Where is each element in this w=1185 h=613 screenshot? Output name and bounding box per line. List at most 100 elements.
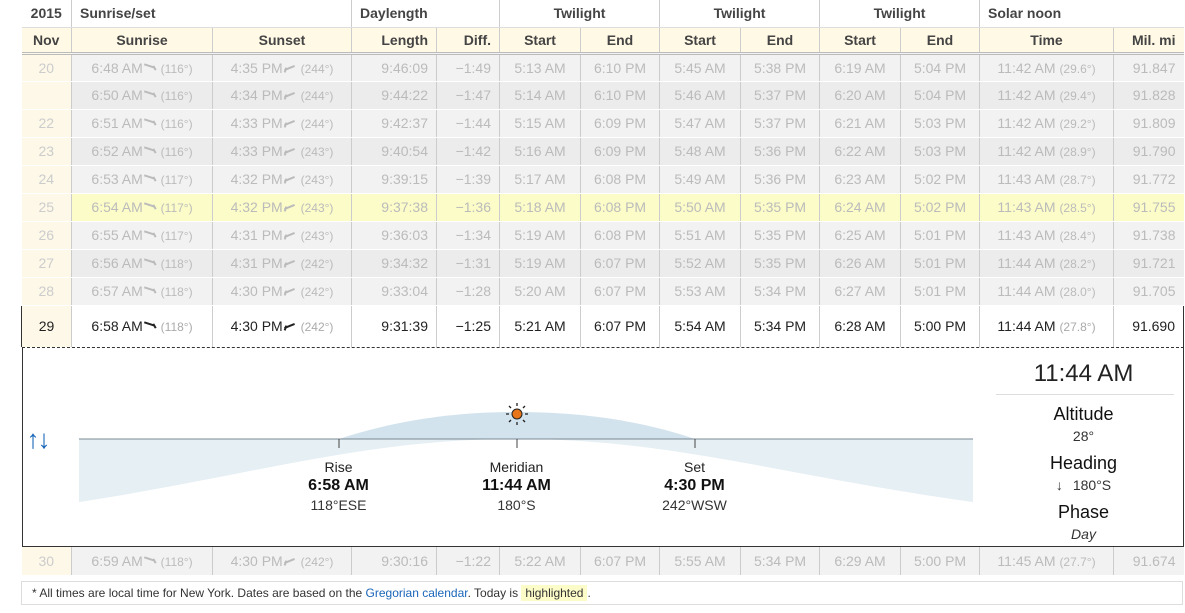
panel-time: 11:44 AM [1033, 360, 1134, 387]
sunrise-direction-icon [143, 147, 157, 155]
noon-cell: 11:45 AM (27.7°) [979, 547, 1114, 576]
sunrise-direction-icon [143, 231, 157, 239]
noon-time: 11:44 AM [997, 283, 1056, 299]
length-cell: 9:33:04 [351, 277, 437, 306]
noon-degree: (29.2°) [1059, 117, 1096, 131]
distance-cell: 91.847 [1113, 53, 1184, 82]
col-sunset: Sunset [211, 27, 352, 55]
sunrise-degree: (118°) [160, 320, 193, 335]
diff-cell: −1:49 [436, 53, 500, 82]
col-twilight3-start: Start [819, 27, 901, 55]
col-twilight1-end: End [580, 27, 660, 55]
noon-degree: (27.8°) [1059, 320, 1096, 335]
twilight1-start-cell: 5:20 AM [499, 277, 581, 306]
meridian-time: 11:44 AM [482, 477, 551, 494]
gregorian-calendar-link[interactable]: Gregorian calendar [366, 586, 468, 600]
sunrise-time: 6:54 AM [91, 199, 143, 215]
altitude-label: Altitude [1053, 404, 1114, 424]
noon-time: 11:43 AM [997, 199, 1056, 215]
table-row: 6:50 AM (116°) 4:34 PM (244°) 9:44:22 −1:47… [21, 81, 1184, 110]
footnote: * All times are local time for New York.… [21, 581, 1183, 605]
length-cell: 9:40:54 [351, 137, 437, 166]
twilight2-start-cell: 5:45 AM [659, 53, 741, 82]
day-cell: 28 [21, 277, 72, 306]
sunset-degree: (243°) [300, 145, 334, 159]
sunset-degree: (242°) [300, 320, 334, 335]
diff-cell: −1:22 [436, 547, 500, 576]
table-row: 27 6:56 AM (118°) 4:31 PM (242°) 9:34:32 −1:… [21, 249, 1184, 278]
sunset-direction-icon [283, 203, 297, 211]
set-direction: 242°WSW [662, 497, 727, 513]
sunrise-degree: (118°) [160, 257, 193, 271]
twilight1-end-cell: 6:09 PM [580, 137, 660, 166]
sunset-cell: 4:32 PM (243°) [211, 193, 352, 222]
twilight2-end-cell: 5:35 PM [740, 249, 820, 278]
highlighted-legend: highlighted [521, 585, 588, 601]
twilight2-end-cell: 5:36 PM [740, 165, 820, 194]
col-sunrise: Sunrise [71, 27, 213, 55]
sunset-cell: 4:34 PM (244°) [211, 81, 352, 110]
sunrise-cell: 6:54 AM (117°) [71, 193, 213, 222]
twilight1-end-cell: 6:08 PM [580, 165, 660, 194]
sunrise-degree: (116°) [160, 61, 193, 76]
heading-arrow-icon: ↓ [1055, 477, 1063, 493]
footnote-text-3: . [587, 586, 591, 600]
phase-label: Phase [1057, 502, 1110, 522]
twilight1-start-cell: 5:17 AM [499, 165, 581, 194]
sunset-time: 4:34 PM [230, 87, 283, 103]
sunset-degree: (242°) [300, 257, 334, 271]
sunset-degree: (244°) [300, 89, 334, 103]
sunset-cell: 4:30 PM (242°) [211, 547, 352, 576]
footnote-text-1: * All times are local time for New York.… [32, 586, 363, 600]
twilight1-end-cell: 6:07 PM [580, 547, 660, 576]
sunset-direction-icon [283, 147, 297, 155]
noon-cell: 11:43 AM (28.7°) [979, 165, 1114, 194]
sunrise-cell: 6:56 AM (118°) [71, 249, 213, 278]
length-cell: 9:36:03 [351, 221, 437, 250]
sunrise-degree: (116°) [160, 89, 193, 103]
noon-degree: (28.9°) [1059, 145, 1096, 159]
sunrise-degree: (116°) [160, 117, 193, 131]
twilight3-start-cell: 6:21 AM [819, 109, 901, 138]
sunrise-time: 6:58 AM [91, 318, 143, 335]
twilight3-start-cell: 6:26 AM [819, 249, 901, 278]
twilight2-end-cell: 5:34 PM [740, 547, 820, 576]
day-cell: 25 [21, 193, 72, 222]
noon-time: 11:42 AM [997, 87, 1056, 103]
twilight-group-header-2: Twilight [659, 0, 820, 28]
set-time: 4:30 PM [664, 477, 725, 494]
distance-cell: 91.705 [1113, 277, 1184, 306]
length-cell: 9:44:22 [351, 81, 437, 110]
twilight2-end-cell: 5:34 PM [740, 304, 820, 347]
twilight3-start-cell: 6:29 AM [819, 547, 901, 576]
meridian-direction: 180°S [497, 497, 536, 513]
noon-time: 11:42 AM [997, 115, 1056, 131]
heading-value: 180°S [1072, 477, 1112, 493]
diff-cell: −1:34 [436, 221, 500, 250]
sunrise-degree: (117°) [160, 173, 193, 187]
twilight3-end-cell: 5:02 PM [900, 165, 980, 194]
sunset-degree: (242°) [300, 554, 334, 569]
length-cell: 9:42:37 [351, 109, 437, 138]
twilight1-start-cell: 5:16 AM [499, 137, 581, 166]
twilight1-start-cell: 5:13 AM [499, 53, 581, 82]
noon-cell: 11:42 AM (29.6°) [979, 53, 1114, 82]
day-cell: 30 [21, 547, 72, 576]
sunrise-time: 6:52 AM [91, 143, 143, 159]
noon-degree: (29.6°) [1059, 61, 1096, 76]
noon-cell: 11:44 AM (27.8°) [979, 304, 1114, 347]
meridian-label: Meridian [489, 459, 544, 475]
table-row: 29 6:58 AM (118°) 4:30 PM (242°) 9:31:39 −1:… [21, 304, 1185, 347]
sunrise-time: 6:56 AM [91, 255, 143, 271]
distance-cell: 91.674 [1113, 547, 1184, 576]
sunset-degree: (244°) [300, 117, 334, 131]
sunset-direction-icon [283, 91, 297, 99]
twilight3-end-cell: 5:03 PM [900, 109, 980, 138]
sunrise-degree: (117°) [160, 201, 193, 215]
twilight1-start-cell: 5:18 AM [499, 193, 581, 222]
twilight3-end-cell: 5:00 PM [900, 304, 980, 347]
sunset-direction-icon [283, 259, 297, 267]
diff-cell: −1:31 [436, 249, 500, 278]
sunrise-direction-icon [143, 557, 157, 565]
set-info: Set 4:30 PM 242°WSW [615, 459, 775, 513]
